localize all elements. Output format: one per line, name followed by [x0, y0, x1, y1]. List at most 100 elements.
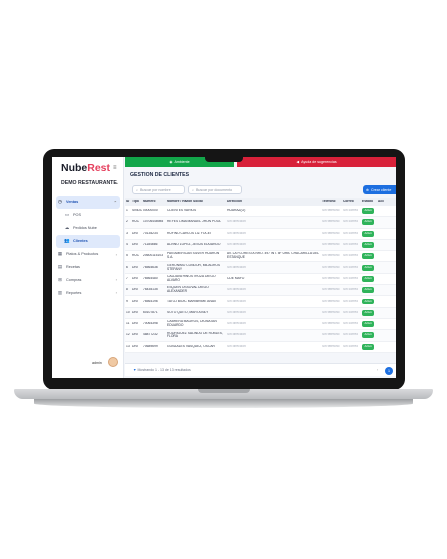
- cell-numero: 76564196: [143, 299, 158, 303]
- cloud-icon: ☁: [64, 225, 70, 231]
- status-badge: Activo: [362, 321, 375, 328]
- cell-numero: 76435135: [143, 288, 158, 292]
- environment-label: Ambiente: [174, 160, 190, 164]
- cell-telefono: Sin teléfono: [322, 220, 340, 224]
- table-row[interactable]: 8 DNI 76435135 ESQUEN OSSOVAL DIEGO ALEXAND…: [125, 285, 396, 297]
- cell-direccion: HUARAZ(O): [227, 209, 246, 213]
- table-row[interactable]: 11 DNI 70064398 CABRERA MAGROS, DIONATAN ED…: [125, 318, 396, 331]
- cell-telefono: Sin teléfono: [322, 322, 340, 326]
- status-badge: Activo: [362, 309, 375, 316]
- column-header[interactable]: Tipo: [131, 200, 142, 204]
- table-row[interactable]: 1SINDOC00000000CLIENTES VARIOSHUARAZ(O)S…: [125, 206, 396, 218]
- column-header[interactable]: Número: [142, 200, 166, 204]
- user-name: admin: [92, 361, 102, 365]
- cell-numero: 70689699: [143, 344, 158, 348]
- cell-correo: Sin correo: [343, 276, 359, 280]
- table-row[interactable]: 2 RUC 10706446985 REYES LIMA MANUEL JHON PO…: [125, 217, 396, 229]
- create-client-button[interactable]: ⊕ Crear cliente: [363, 185, 396, 194]
- cell-correo: Sin correo: [343, 299, 359, 303]
- cell-correo: Sin correo: [343, 243, 359, 247]
- table-row[interactable]: 6 DNI 76564636 GERONIMO CONDOR, MILAGROS ST…: [125, 262, 396, 274]
- table-row[interactable]: 10 DNI 60107871 SOTO QUITO, MARTA BILY Sin d…: [125, 307, 396, 319]
- cell-nombre: PAN AMERICAN SILVER HUARON S.A.: [167, 252, 220, 260]
- cell-estado: Activo: [361, 343, 377, 350]
- sidebar-item-pedidos-nube[interactable]: ☁ Pedidos Nube: [56, 222, 120, 235]
- cell-correo: Sin correo: [343, 322, 359, 326]
- cell-nombre: SOTO QUITO, MARTA BILY: [167, 310, 209, 314]
- cell-nombre: RODRIGUEZ SALINDO DE ROBLES, FLORA: [167, 331, 223, 339]
- cell-telefono: Sin teléfono: [322, 288, 340, 292]
- cell-direccion: Sin dirección: [227, 299, 246, 303]
- table-row[interactable]: 7 DNI 76564480 CALDAVA HINOSTROZA DIEGO ALV…: [125, 273, 396, 286]
- sidebar-item-ventas[interactable]: ◷ Ventas ⌃: [56, 196, 120, 209]
- cell-nombre: TATOJ BIOIC MARIBRIME ANAX: [167, 299, 217, 303]
- cell-nombre: ESQUEN OSSOVAL DIEGO ALEXANDER: [167, 286, 209, 294]
- table-row[interactable]: 3 DNI 70135234 RUFINO CARLOS LIZ YOCEI Sin d…: [125, 228, 396, 240]
- page-button[interactable]: 1: [385, 366, 393, 375]
- cell-tipo: DNI: [132, 344, 138, 348]
- avatar[interactable]: [108, 357, 118, 367]
- sidebar-collapse-button[interactable]: ≡: [113, 165, 117, 171]
- table-footer: ▼ Mostrando 1 - 13 de 13 resultados ‹ 1: [125, 363, 396, 376]
- suggestions-button[interactable]: ◀ Ayuda de sugerencias: [237, 157, 396, 167]
- cell-telefono: Sin teléfono: [322, 231, 340, 235]
- sidebar-item-reportes[interactable]: ▥ Reportes ›: [56, 286, 120, 299]
- sidebar-item-label: Recetas: [66, 264, 80, 269]
- cell-correo: Sin correo: [343, 209, 359, 213]
- clients-table: ID Tipo Número Nombre / Razón Social Dir…: [125, 198, 396, 353]
- cell-numero: 60107871: [143, 310, 158, 314]
- cell-tipo: DNI: [132, 265, 138, 269]
- column-header[interactable]: Dirección: [226, 200, 321, 204]
- sidebar-item-platos[interactable]: ▦ Platos & Productos ›: [56, 248, 120, 261]
- create-client-label: Crear cliente: [371, 187, 392, 192]
- sidebar-item-pos[interactable]: ▭ POS: [56, 209, 120, 222]
- cell-nombre: RUFINO CARLOS LIZ YOCEI: [167, 231, 211, 235]
- summary-text: Mostrando 1 - 13 de 13 resultados: [137, 368, 191, 372]
- megaphone-icon: ◀: [296, 160, 300, 164]
- cell-tipo: DNI: [132, 310, 138, 314]
- table-row[interactable]: 5 RUC 20600115103 PAN AMERICAN SILVER HUARO…: [125, 251, 396, 263]
- column-header[interactable]: Estado: [361, 200, 377, 204]
- table-body: 1SINDOC00000000CLIENTES VARIOSHUARAZ(O)S…: [125, 206, 396, 353]
- status-badge: Activo: [362, 287, 375, 294]
- laptop-base-notch: [198, 389, 250, 393]
- cell-nombre: GERONIMO CONDOR, MILAGROS STEFANY: [167, 263, 221, 271]
- table-row[interactable]: 4 DNI 71184666 ALVINO LOPEZ, JESUS EDUARDO S…: [125, 239, 396, 252]
- table-row[interactable]: 9 DNI 76564196 TATOJ BIOIC MARIBRIME ANAX Si…: [125, 296, 396, 308]
- cell-telefono: Sin teléfono: [322, 243, 340, 247]
- cell-correo: Sin correo: [343, 288, 359, 292]
- cell-numero: 00000000: [143, 209, 158, 213]
- status-badge: Activo: [362, 264, 375, 271]
- restaurant-selector[interactable]: DEMO RESTAURANTE: [61, 180, 117, 186]
- pagination-summary: ▼ Mostrando 1 - 13 de 13 resultados: [133, 368, 191, 372]
- search-document-input[interactable]: ⌕ Buscar por documento: [188, 185, 242, 194]
- cell-tipo: DNI: [132, 243, 138, 247]
- sidebar-item-clientes[interactable]: 👥 Clientes: [56, 234, 120, 248]
- column-header[interactable]: Nombre / Razón Social: [166, 200, 226, 204]
- cell-telefono: Sin teléfono: [322, 299, 340, 303]
- cell-direccion: Sin dirección: [227, 310, 246, 314]
- cell-telefono: Sin teléfono: [322, 276, 340, 280]
- cell-correo: Sin correo: [343, 310, 359, 314]
- sidebar-item-recetas[interactable]: ▤ Recetas: [56, 260, 120, 273]
- cell-numero: 48877232: [143, 333, 158, 337]
- previous-page-button[interactable]: ‹: [377, 368, 378, 372]
- status-badge: Activo: [362, 298, 375, 305]
- sidebar-item-compras[interactable]: ⊞ Compras ›: [56, 273, 120, 286]
- table-header: ID Tipo Número Nombre / Razón Social Dir…: [125, 198, 396, 206]
- search-name-input[interactable]: ⌕ Buscar por nombre: [132, 185, 185, 194]
- column-header[interactable]: Correo: [342, 200, 361, 204]
- cell-direccion: Sin dirección: [227, 265, 246, 269]
- cell-tipo: DNI: [132, 276, 138, 280]
- cell-estado: Activo: [361, 264, 377, 271]
- status-badge: Activo: [362, 253, 375, 260]
- table-row[interactable]: 12 DNI 48877232 RODRIGUEZ SALINDO DE ROBLES…: [125, 330, 396, 342]
- column-header[interactable]: Teléfono: [321, 200, 342, 204]
- chevron-up-icon: ⌃: [113, 199, 117, 205]
- cell-nombre: CLIENTES VARIOS: [167, 209, 197, 213]
- cell-telefono: Sin teléfono: [322, 209, 340, 213]
- sidebar-item-label: Platos & Productos: [66, 252, 99, 256]
- search-placeholder: Buscar por nombre: [140, 187, 171, 192]
- suggestions-label: Ayuda de sugerencias: [301, 160, 337, 164]
- table-row[interactable]: 13 DNI 70689699 GONZALES VASQUEZ, OSCAR Sin …: [125, 341, 396, 353]
